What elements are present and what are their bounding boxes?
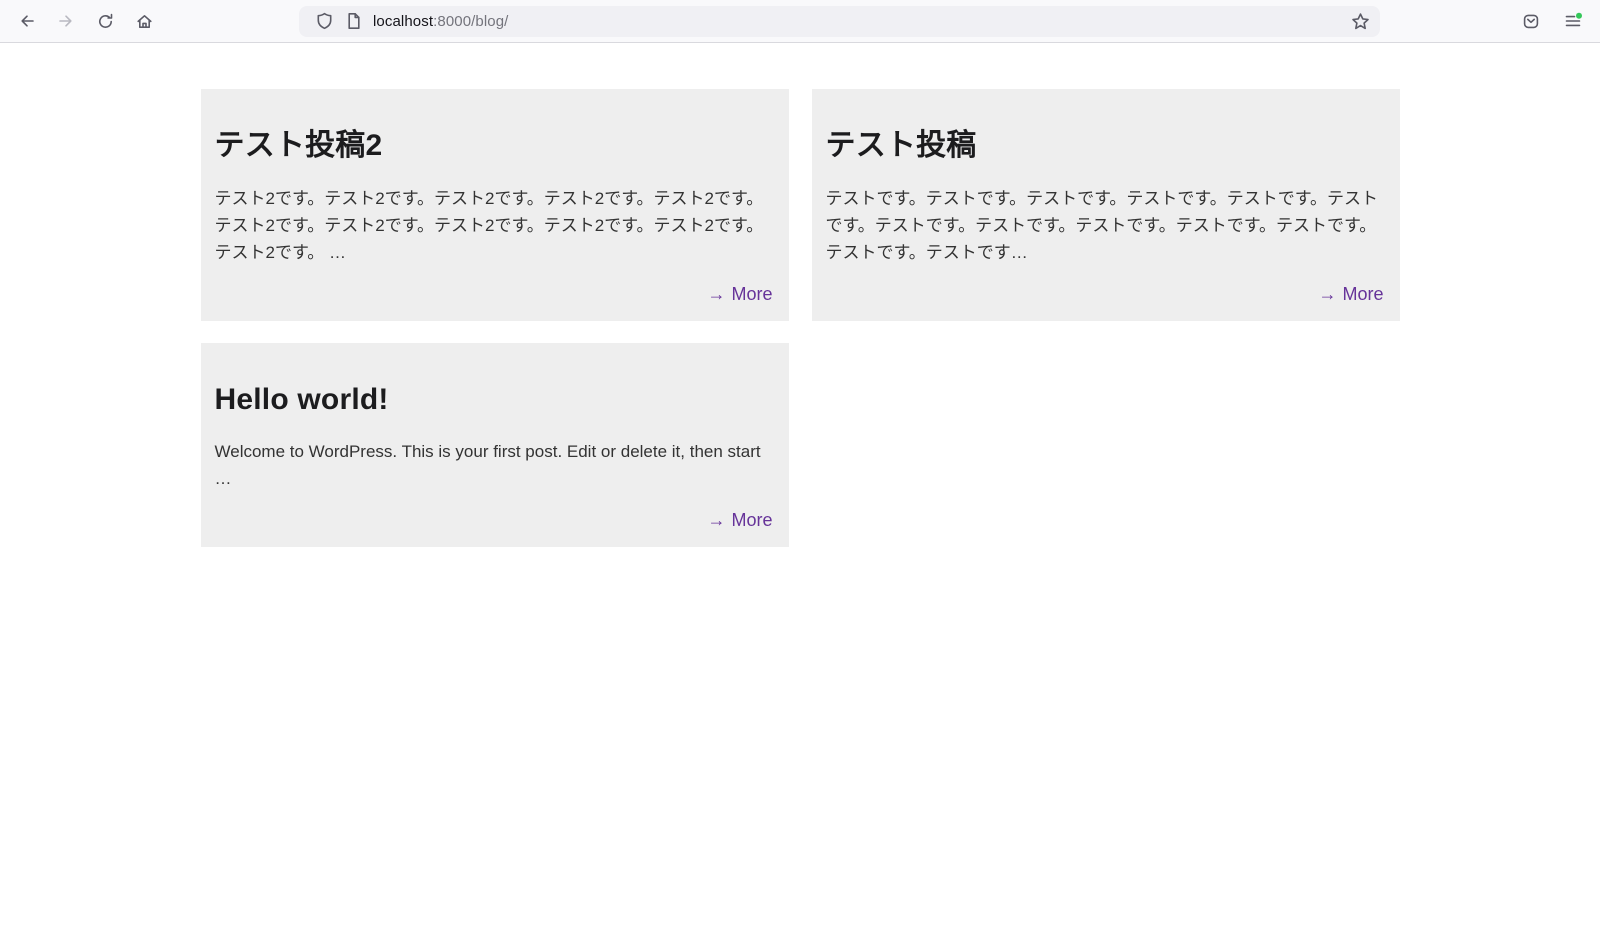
back-arrow-icon bbox=[21, 15, 34, 27]
toolbar-right-buttons bbox=[1515, 5, 1589, 37]
app-menu-button[interactable] bbox=[1557, 5, 1589, 37]
post-title: Hello world! bbox=[214, 382, 389, 416]
post-card: テスト投稿2 テスト2です。テスト2です。テスト2です。テスト2です。テスト2で… bbox=[200, 89, 789, 321]
forward-button bbox=[50, 5, 82, 37]
more-link[interactable]: → More bbox=[1318, 284, 1383, 304]
pocket-button[interactable] bbox=[1515, 5, 1547, 37]
more-label: More bbox=[731, 283, 773, 304]
post-excerpt: テスト2です。テスト2です。テスト2です。テスト2です。テスト2です。テスト2で… bbox=[214, 188, 764, 262]
post-excerpt: Welcome to WordPress. This is your first… bbox=[214, 442, 761, 488]
more-row: → More bbox=[215, 510, 772, 531]
back-button[interactable] bbox=[11, 5, 43, 37]
url-bar[interactable]: localhost:8000/blog/ bbox=[299, 5, 1380, 37]
browser-toolbar: localhost:8000/blog/ bbox=[0, 0, 1600, 43]
more-label: More bbox=[731, 510, 773, 530]
post-card: テスト投稿 テストです。テストです。テストです。テストです。テストです。テストで… bbox=[811, 89, 1400, 321]
blog-post-grid: テスト投稿2 テスト2です。テスト2です。テスト2です。テスト2です。テスト2で… bbox=[200, 89, 1400, 547]
reload-icon bbox=[98, 13, 112, 28]
more-label: More bbox=[1342, 283, 1384, 304]
right-arrow-icon: → bbox=[707, 283, 726, 304]
url-host: localhost bbox=[373, 12, 434, 30]
more-row: → More bbox=[826, 284, 1383, 305]
forward-arrow-icon bbox=[59, 15, 72, 27]
reload-button[interactable] bbox=[89, 5, 121, 37]
post-excerpt: テストです。テストです。テストです。テストです。テストです。テストです。テストで… bbox=[825, 188, 1379, 262]
menu-notification-badge bbox=[1575, 12, 1582, 19]
right-arrow-icon: → bbox=[1318, 283, 1337, 304]
post-title: テスト投稿2 bbox=[214, 129, 383, 162]
page-info-icon[interactable] bbox=[343, 8, 365, 34]
star-icon bbox=[1351, 12, 1369, 29]
home-button[interactable] bbox=[128, 5, 160, 37]
post-card: Hello world! Welcome to WordPress. This … bbox=[200, 342, 789, 547]
hamburger-menu-icon bbox=[1565, 12, 1582, 27]
bookmark-star-button[interactable] bbox=[1346, 7, 1374, 35]
right-arrow-icon: → bbox=[707, 510, 726, 530]
pocket-icon bbox=[1523, 14, 1539, 29]
tracking-protection-shield-icon[interactable] bbox=[313, 8, 335, 34]
url-text: localhost:8000/blog/ bbox=[373, 13, 1346, 30]
more-link[interactable]: → More bbox=[707, 284, 772, 304]
post-title: テスト投稿 bbox=[825, 129, 977, 162]
home-icon bbox=[136, 14, 152, 28]
more-link[interactable]: → More bbox=[707, 510, 772, 530]
more-row: → More bbox=[215, 284, 772, 305]
url-path: :8000/blog/ bbox=[433, 12, 509, 30]
